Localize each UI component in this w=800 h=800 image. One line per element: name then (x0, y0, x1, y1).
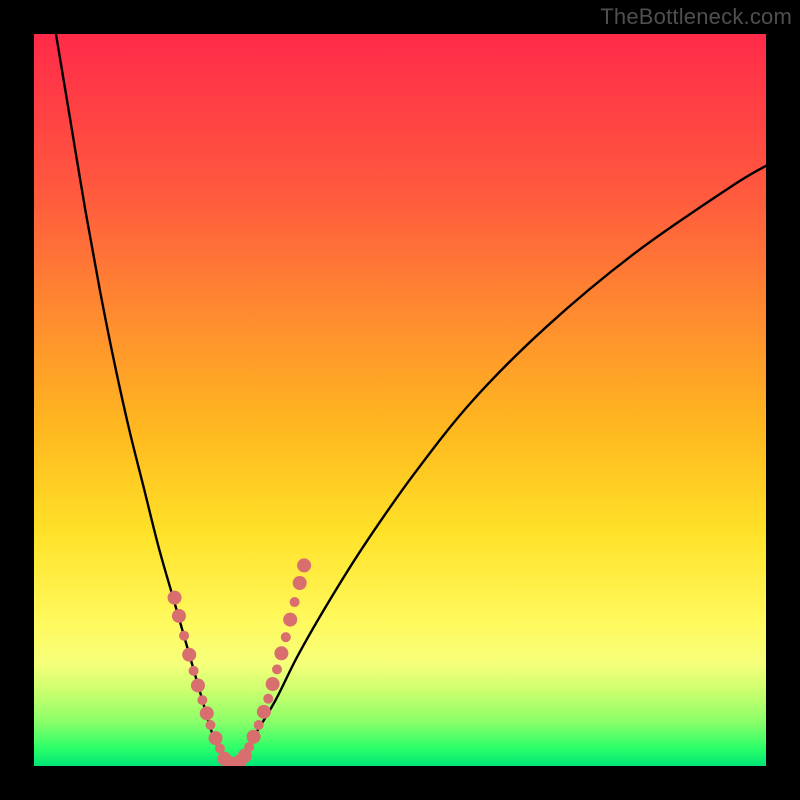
data-dot (274, 646, 288, 660)
data-dot (272, 664, 282, 674)
data-dot (257, 705, 271, 719)
data-dot (179, 631, 189, 641)
data-dot (182, 648, 196, 662)
data-dot (197, 695, 207, 705)
right-curve (232, 166, 766, 766)
data-dot (283, 613, 297, 627)
watermark-text: TheBottleneck.com (600, 4, 792, 30)
chart-frame: TheBottleneck.com (0, 0, 800, 800)
plot-area (34, 34, 766, 766)
data-dot (200, 706, 214, 720)
data-dot (293, 576, 307, 590)
data-dots (168, 558, 312, 766)
data-dot (281, 632, 291, 642)
data-dot (172, 609, 186, 623)
data-dot (297, 558, 311, 572)
chart-svg (34, 34, 766, 766)
data-dot (254, 720, 264, 730)
data-dot (191, 678, 205, 692)
data-dot (266, 677, 280, 691)
data-dot (168, 591, 182, 605)
data-dot (290, 597, 300, 607)
data-dot (205, 720, 215, 730)
data-dot (263, 694, 273, 704)
data-dot (189, 666, 199, 676)
data-dot (209, 731, 223, 745)
data-dot (247, 730, 261, 744)
left-curve (56, 34, 232, 766)
